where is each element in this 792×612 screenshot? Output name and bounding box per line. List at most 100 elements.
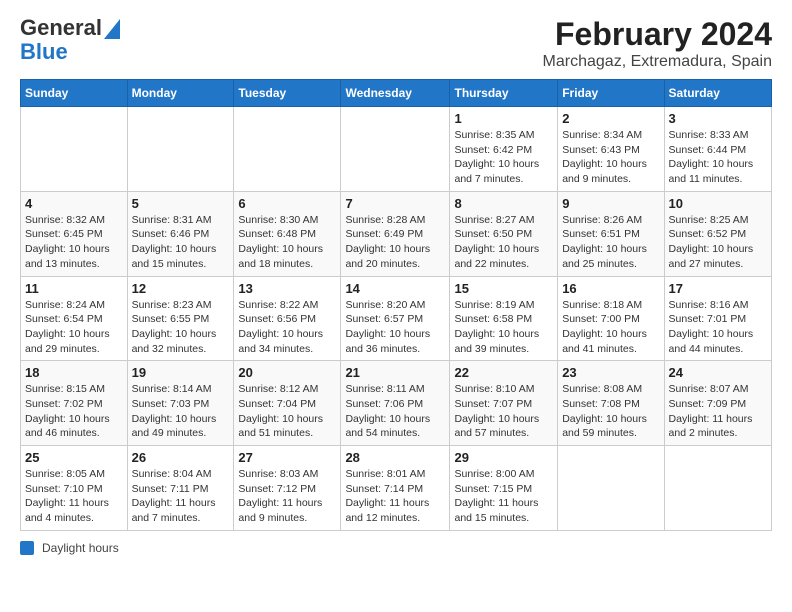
calendar-week-row: 25 Sunrise: 8:05 AM Sunset: 7:10 PM Dayli… — [21, 446, 772, 531]
calendar-day-cell: 14 Sunrise: 8:20 AM Sunset: 6:57 PM Dayli… — [341, 276, 450, 361]
logo-text: General — [20, 16, 120, 40]
day-info: Sunrise: 8:08 AM Sunset: 7:08 PM Dayligh… — [562, 382, 659, 441]
day-number: 11 — [25, 281, 123, 296]
calendar-week-row: 4 Sunrise: 8:32 AM Sunset: 6:45 PM Daylig… — [21, 191, 772, 276]
calendar-day-cell: 9Sunrise: 8:26 AM Sunset: 6:51 PM Daylig… — [558, 191, 664, 276]
day-info: Sunrise: 8:22 AM Sunset: 6:56 PM Dayligh… — [238, 298, 336, 357]
daylight-label: Daylight hours — [42, 541, 119, 555]
calendar-day-cell: 15 Sunrise: 8:19 AM Sunset: 6:58 PM Dayli… — [450, 276, 558, 361]
day-number: 14 — [345, 281, 445, 296]
day-info: Sunrise: 8:03 AM Sunset: 7:12 PM Dayligh… — [238, 467, 336, 526]
calendar-day-cell: 2 Sunrise: 8:34 AM Sunset: 6:43 PM Daylig… — [558, 107, 664, 192]
day-number: 23 — [562, 365, 659, 380]
calendar-day-cell: 24 Sunrise: 8:07 AM Sunset: 7:09 PM Dayli… — [664, 361, 771, 446]
calendar-day-header: Thursday — [450, 80, 558, 107]
calendar-day-cell: 1 Sunrise: 8:35 AM Sunset: 6:42 PM Daylig… — [450, 107, 558, 192]
day-number: 19 — [132, 365, 230, 380]
day-info: Sunrise: 8:12 AM Sunset: 7:04 PM Dayligh… — [238, 382, 336, 441]
day-info: Sunrise: 8:10 AM Sunset: 7:07 PM Dayligh… — [454, 382, 553, 441]
calendar-day-cell: 11 Sunrise: 8:24 AM Sunset: 6:54 PM Dayli… — [21, 276, 128, 361]
day-info: Sunrise: 8:35 AM Sunset: 6:42 PM Dayligh… — [454, 128, 553, 187]
calendar-day-cell: 20 Sunrise: 8:12 AM Sunset: 7:04 PM Dayli… — [234, 361, 341, 446]
day-number: 18 — [25, 365, 123, 380]
calendar-week-row: 11 Sunrise: 8:24 AM Sunset: 6:54 PM Dayli… — [21, 276, 772, 361]
calendar-day-cell: 18 Sunrise: 8:15 AM Sunset: 7:02 PM Dayli… — [21, 361, 128, 446]
calendar-day-cell: 25 Sunrise: 8:05 AM Sunset: 7:10 PM Dayli… — [21, 446, 128, 531]
calendar-day-cell: 4 Sunrise: 8:32 AM Sunset: 6:45 PM Daylig… — [21, 191, 128, 276]
calendar-day-cell — [341, 107, 450, 192]
calendar-day-cell — [664, 446, 771, 531]
day-number: 9 — [562, 196, 659, 211]
calendar-day-cell: 3Sunrise: 8:33 AM Sunset: 6:44 PM Daylig… — [664, 107, 771, 192]
day-number: 6 — [238, 196, 336, 211]
day-info: Sunrise: 8:32 AM Sunset: 6:45 PM Dayligh… — [25, 213, 123, 272]
calendar-day-cell: 10Sunrise: 8:25 AM Sunset: 6:52 PM Dayli… — [664, 191, 771, 276]
calendar-day-cell — [21, 107, 128, 192]
calendar-day-cell: 21 Sunrise: 8:11 AM Sunset: 7:06 PM Dayli… — [341, 361, 450, 446]
day-info: Sunrise: 8:34 AM Sunset: 6:43 PM Dayligh… — [562, 128, 659, 187]
day-number: 17 — [669, 281, 767, 296]
day-number: 1 — [454, 111, 553, 126]
day-number: 10 — [669, 196, 767, 211]
calendar-week-row: 18 Sunrise: 8:15 AM Sunset: 7:02 PM Dayli… — [21, 361, 772, 446]
calendar-day-header: Saturday — [664, 80, 771, 107]
calendar-day-header: Wednesday — [341, 80, 450, 107]
day-number: 4 — [25, 196, 123, 211]
day-number: 22 — [454, 365, 553, 380]
day-info: Sunrise: 8:04 AM Sunset: 7:11 PM Dayligh… — [132, 467, 230, 526]
day-info: Sunrise: 8:15 AM Sunset: 7:02 PM Dayligh… — [25, 382, 123, 441]
calendar-day-cell: 19 Sunrise: 8:14 AM Sunset: 7:03 PM Dayli… — [127, 361, 234, 446]
calendar-day-cell: 23 Sunrise: 8:08 AM Sunset: 7:08 PM Dayli… — [558, 361, 664, 446]
day-info: Sunrise: 8:11 AM Sunset: 7:06 PM Dayligh… — [345, 382, 445, 441]
calendar-day-cell: 28Sunrise: 8:01 AM Sunset: 7:14 PM Dayli… — [341, 446, 450, 531]
logo: General Blue — [20, 16, 120, 64]
title-block: February 2024 Marchagaz, Extremadura, Sp… — [543, 16, 772, 71]
logo-blue-text: Blue — [20, 40, 68, 64]
day-number: 16 — [562, 281, 659, 296]
day-info: Sunrise: 8:05 AM Sunset: 7:10 PM Dayligh… — [25, 467, 123, 526]
day-number: 20 — [238, 365, 336, 380]
day-info: Sunrise: 8:20 AM Sunset: 6:57 PM Dayligh… — [345, 298, 445, 357]
day-number: 27 — [238, 450, 336, 465]
day-number: 15 — [454, 281, 553, 296]
calendar-day-cell: 6 Sunrise: 8:30 AM Sunset: 6:48 PM Daylig… — [234, 191, 341, 276]
calendar-day-cell: 26 Sunrise: 8:04 AM Sunset: 7:11 PM Dayli… — [127, 446, 234, 531]
calendar-day-header: Sunday — [21, 80, 128, 107]
calendar-day-header: Friday — [558, 80, 664, 107]
day-number: 5 — [132, 196, 230, 211]
day-info: Sunrise: 8:18 AM Sunset: 7:00 PM Dayligh… — [562, 298, 659, 357]
daylight-icon — [20, 541, 34, 555]
calendar-day-cell: 13 Sunrise: 8:22 AM Sunset: 6:56 PM Dayli… — [234, 276, 341, 361]
day-number: 21 — [345, 365, 445, 380]
calendar-header-row: SundayMondayTuesdayWednesdayThursdayFrid… — [21, 80, 772, 107]
calendar-day-cell: 5 Sunrise: 8:31 AM Sunset: 6:46 PM Daylig… — [127, 191, 234, 276]
day-info: Sunrise: 8:19 AM Sunset: 6:58 PM Dayligh… — [454, 298, 553, 357]
day-info: Sunrise: 8:00 AM Sunset: 7:15 PM Dayligh… — [454, 467, 553, 526]
calendar-table: SundayMondayTuesdayWednesdayThursdayFrid… — [20, 79, 772, 531]
page-title: February 2024 — [543, 16, 772, 53]
day-info: Sunrise: 8:24 AM Sunset: 6:54 PM Dayligh… — [25, 298, 123, 357]
calendar-day-cell: 12Sunrise: 8:23 AM Sunset: 6:55 PM Dayli… — [127, 276, 234, 361]
calendar-day-cell: 7 Sunrise: 8:28 AM Sunset: 6:49 PM Daylig… — [341, 191, 450, 276]
calendar-day-cell — [127, 107, 234, 192]
day-number: 25 — [25, 450, 123, 465]
day-info: Sunrise: 8:14 AM Sunset: 7:03 PM Dayligh… — [132, 382, 230, 441]
day-info: Sunrise: 8:30 AM Sunset: 6:48 PM Dayligh… — [238, 213, 336, 272]
day-number: 2 — [562, 111, 659, 126]
calendar-day-cell — [558, 446, 664, 531]
calendar-week-row: 1 Sunrise: 8:35 AM Sunset: 6:42 PM Daylig… — [21, 107, 772, 192]
day-number: 28 — [345, 450, 445, 465]
day-info: Sunrise: 8:28 AM Sunset: 6:49 PM Dayligh… — [345, 213, 445, 272]
day-number: 26 — [132, 450, 230, 465]
calendar-footer: Daylight hours — [20, 541, 772, 555]
day-info: Sunrise: 8:31 AM Sunset: 6:46 PM Dayligh… — [132, 213, 230, 272]
day-number: 13 — [238, 281, 336, 296]
calendar-day-header: Tuesday — [234, 80, 341, 107]
page-subtitle: Marchagaz, Extremadura, Spain — [543, 53, 772, 71]
day-info: Sunrise: 8:27 AM Sunset: 6:50 PM Dayligh… — [454, 213, 553, 272]
day-info: Sunrise: 8:07 AM Sunset: 7:09 PM Dayligh… — [669, 382, 767, 441]
day-number: 7 — [345, 196, 445, 211]
calendar-day-cell — [234, 107, 341, 192]
day-number: 24 — [669, 365, 767, 380]
day-number: 3 — [669, 111, 767, 126]
